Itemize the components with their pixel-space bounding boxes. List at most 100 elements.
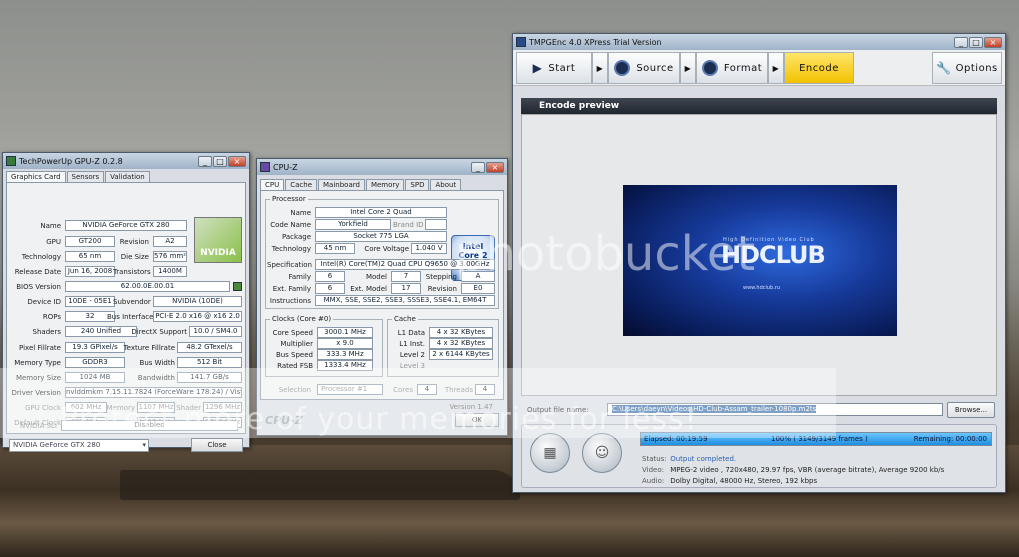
gpuz-titlebar[interactable]: TechPowerUp GPU-Z 0.2.8 _ □ × bbox=[3, 153, 249, 169]
field-technology: 45 nm bbox=[315, 243, 355, 254]
label-die-size: Die Size bbox=[120, 253, 149, 261]
field-ext-model: 17 bbox=[391, 283, 421, 294]
encode-preview-header: Encode preview bbox=[521, 98, 997, 114]
label-l1-data: L1 Data bbox=[397, 329, 425, 337]
card-select[interactable]: NVIDIA GeForce GTX 280 ▾ bbox=[9, 439, 149, 452]
field-technology: 65 nm bbox=[65, 251, 115, 262]
label-technology: Technology bbox=[21, 253, 61, 261]
wrench-icon: 🔧 bbox=[936, 61, 952, 75]
field-revision: E0 bbox=[461, 283, 495, 294]
field-subvendor: NVIDIA (10DE) bbox=[153, 296, 242, 307]
field-device-id: 10DE - 05E1 bbox=[65, 296, 115, 307]
field-core-speed: 3000.1 MHz bbox=[317, 327, 373, 338]
field-transistors: 1400M bbox=[153, 266, 187, 277]
label-level2: Level 2 bbox=[399, 351, 425, 359]
processor-group-title: Processor bbox=[270, 195, 308, 203]
close-window-button[interactable]: × bbox=[486, 161, 504, 173]
start-button[interactable]: ▶ Start bbox=[516, 52, 592, 84]
tmpgenc-titlebar[interactable]: TMPGEnc 4.0 XPress Trial Version _ □ × bbox=[513, 34, 1005, 50]
gpuz-tabs: Graphics Card Sensors Validation bbox=[3, 169, 249, 182]
field-bios-version: 62.00.0E.00.01 bbox=[65, 281, 230, 292]
cpuz-tabs: CPU Cache Mainboard Memory SPD About bbox=[257, 175, 507, 190]
options-button[interactable]: 🔧 Options bbox=[932, 52, 1002, 84]
label-device-id: Device ID bbox=[27, 298, 61, 306]
tmpgenc-app-icon bbox=[516, 37, 526, 47]
status-value: Output completed. bbox=[670, 455, 737, 463]
play-icon: ▶ bbox=[532, 61, 543, 75]
step-arrow-1: ▶ bbox=[592, 52, 608, 84]
minimize-button[interactable]: _ bbox=[471, 161, 485, 173]
maximize-button[interactable]: □ bbox=[969, 36, 983, 48]
field-core-voltage: 1.040 V bbox=[411, 243, 447, 254]
gpuz-title: TechPowerUp GPU-Z 0.2.8 bbox=[19, 156, 123, 166]
tab-graphics-card[interactable]: Graphics Card bbox=[6, 171, 66, 182]
options-label: Options bbox=[955, 62, 998, 74]
cache-group-title: Cache bbox=[392, 315, 418, 323]
maximize-button[interactable]: □ bbox=[213, 155, 227, 167]
field-directx-support: 10.0 / SM4.0 bbox=[189, 326, 242, 337]
field-l1-inst: 4 x 32 KBytes bbox=[429, 338, 493, 349]
tab-cache[interactable]: Cache bbox=[285, 179, 318, 190]
label-revision: Revision bbox=[119, 238, 149, 246]
label-technology: Technology bbox=[271, 245, 311, 253]
chevron-down-icon: ▾ bbox=[142, 441, 146, 449]
tab-mainboard[interactable]: Mainboard bbox=[318, 179, 365, 190]
label-transistors: Transistors bbox=[113, 268, 151, 276]
encode-label: Encode bbox=[799, 62, 839, 74]
field-instructions: MMX, SSE, SSE2, SSE3, SSSE3, SSE4.1, EM6… bbox=[315, 295, 495, 306]
card-select-value: NVIDIA GeForce GTX 280 bbox=[13, 441, 101, 449]
tab-about[interactable]: About bbox=[430, 179, 462, 190]
format-button[interactable]: Format bbox=[696, 52, 768, 84]
label-bus-width: Bus Width bbox=[139, 359, 175, 367]
user-icon: ☺ bbox=[594, 445, 610, 461]
shutdown-button[interactable]: ☺ bbox=[582, 433, 622, 473]
label-name: Name bbox=[40, 222, 61, 230]
bios-save-icon[interactable] bbox=[233, 282, 242, 291]
field-multiplier: x 9.0 bbox=[317, 338, 373, 349]
field-release-date: Jun 16, 2008 bbox=[65, 266, 115, 277]
field-package: Socket 775 LGA bbox=[315, 231, 447, 242]
source-button[interactable]: Source bbox=[608, 52, 680, 84]
remaining-time: Remaining: 00:00:00 bbox=[913, 435, 987, 443]
label-code-name: Code Name bbox=[270, 221, 311, 229]
close-window-button[interactable]: × bbox=[984, 36, 1002, 48]
audio-value: Dolby Digital, 48000 Hz, Stereo, 192 kbp… bbox=[670, 477, 818, 485]
watermark-text: Protect more of your memories for less! bbox=[60, 402, 698, 437]
browse-button[interactable]: Browse... bbox=[947, 402, 995, 418]
audio-info-line: Audio: Dolby Digital, 48000 Hz, Stereo, … bbox=[642, 477, 817, 485]
film-icon: ▦ bbox=[543, 445, 557, 461]
label-package: Package bbox=[281, 233, 311, 241]
field-memory-type: GDDR3 bbox=[65, 357, 125, 368]
gpuz-app-icon bbox=[6, 156, 16, 166]
field-code-name: Yorkfield bbox=[315, 219, 391, 230]
watermark-logo: photobucket bbox=[455, 226, 756, 282]
preview-toggle-button[interactable]: ▦ bbox=[530, 433, 570, 473]
clocks-group-title: Clocks (Core #0) bbox=[270, 315, 334, 323]
field-pixel-fillrate: 19.3 GPixel/s bbox=[65, 342, 125, 353]
tab-spd[interactable]: SPD bbox=[405, 179, 430, 190]
label-ext-model: Ext. Model bbox=[350, 285, 387, 293]
field-name: Intel Core 2 Quad bbox=[315, 207, 447, 218]
tab-sensors[interactable]: Sensors bbox=[66, 171, 105, 182]
tab-memory[interactable]: Memory bbox=[365, 179, 405, 190]
video-info-line: Video: MPEG-2 video , 720x480, 29.97 fps… bbox=[642, 466, 944, 474]
field-gpu: GT200 bbox=[65, 236, 115, 247]
background-ship bbox=[120, 470, 520, 500]
minimize-button[interactable]: _ bbox=[954, 36, 968, 48]
label-pixel-fillrate: Pixel Fillrate bbox=[19, 344, 61, 352]
close-window-button[interactable]: × bbox=[228, 155, 246, 167]
step-arrow-3: ▶ bbox=[768, 52, 784, 84]
label-ext-family: Ext. Family bbox=[272, 285, 311, 293]
tab-cpu[interactable]: CPU bbox=[260, 179, 285, 190]
field-l1-data: 4 x 32 KBytes bbox=[429, 327, 493, 338]
field-texture-fillrate: 48.2 GTexel/s bbox=[177, 342, 242, 353]
field-bus-width: 512 Bit bbox=[177, 357, 242, 368]
cpuz-titlebar[interactable]: CPU-Z _ × bbox=[257, 159, 507, 175]
label-texture-fillrate: Texture Fillrate bbox=[123, 344, 175, 352]
encode-button[interactable]: Encode bbox=[784, 52, 854, 84]
gpuz-close-button[interactable]: Close bbox=[191, 438, 243, 452]
label-memory-type: Memory Type bbox=[14, 359, 61, 367]
cpuz-title: CPU-Z bbox=[273, 162, 298, 172]
tab-validation[interactable]: Validation bbox=[105, 171, 150, 182]
minimize-button[interactable]: _ bbox=[198, 155, 212, 167]
